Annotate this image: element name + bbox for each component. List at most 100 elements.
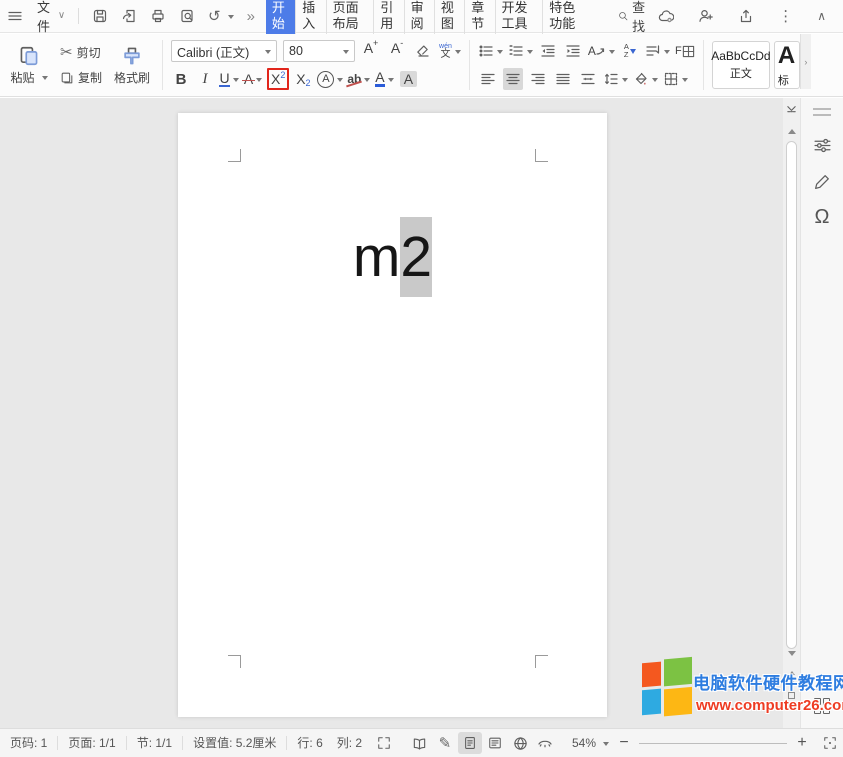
manuscript-grid-button[interactable]: F <box>675 40 695 62</box>
tab-section[interactable]: 章节 <box>464 0 494 35</box>
decrease-font-size-button[interactable]: A- <box>387 40 407 62</box>
scroll-up-button[interactable] <box>783 122 800 136</box>
properties-pane-button[interactable] <box>808 130 836 160</box>
undo-icon: ↺ <box>208 9 221 24</box>
scrollbar-thumb[interactable] <box>786 141 797 649</box>
share-button[interactable] <box>731 0 761 33</box>
write-mode-button[interactable]: ✎ <box>433 732 456 754</box>
zoom-out-button[interactable]: − <box>615 734 633 752</box>
print-button[interactable] <box>147 0 169 33</box>
sort-button[interactable]: AZ <box>620 40 640 62</box>
shading-button[interactable] <box>633 68 658 90</box>
zoom-slider[interactable] <box>639 743 787 744</box>
print-preview-button[interactable] <box>176 0 198 33</box>
italic-button[interactable]: I <box>195 68 215 90</box>
font-size-select[interactable]: 80 <box>283 40 355 62</box>
tab-home[interactable]: 开始 <box>266 0 295 35</box>
app-grid-button[interactable] <box>814 698 830 714</box>
strikethrough-button[interactable]: A <box>243 68 263 90</box>
copy-icon <box>60 71 74 85</box>
tab-special-features[interactable]: 特色功能 <box>542 0 590 35</box>
more-options-button[interactable]: ⋮ <box>771 0 800 33</box>
pinyin-icon: wén 文 <box>439 43 452 60</box>
read-mode-button[interactable] <box>408 732 431 754</box>
cut-button[interactable]: ✂ 剪切 <box>60 44 102 61</box>
tab-references[interactable]: 引用 <box>373 0 403 35</box>
font-family-select[interactable]: Calibri (正文) <box>171 40 277 62</box>
align-center-button[interactable] <box>503 68 523 90</box>
page-view-icon <box>463 736 477 750</box>
outline-view-button[interactable] <box>484 732 507 754</box>
document-page[interactable]: m2 <box>178 113 607 717</box>
style-normal[interactable]: AaBbCcDd 正文 <box>712 41 770 89</box>
format-painter-button[interactable]: 格式刷 <box>110 38 154 92</box>
previous-page-button[interactable] <box>783 668 800 682</box>
scroll-down-button[interactable] <box>783 648 800 662</box>
copy-button[interactable]: 复制 <box>60 69 102 86</box>
main-menu-button[interactable] <box>0 0 30 33</box>
show-marks-button[interactable] <box>645 40 670 62</box>
superscript-button[interactable]: X2 <box>267 68 289 90</box>
font-color-button[interactable]: A <box>374 68 394 90</box>
bullet-list-button[interactable] <box>478 40 503 62</box>
more-commands-button[interactable]: » <box>244 0 258 33</box>
select-browse-object-button[interactable] <box>783 688 800 702</box>
tab-insert[interactable]: 插入 <box>295 0 325 35</box>
ink-pen-pane-button[interactable] <box>808 166 836 196</box>
zoom-in-button[interactable]: + <box>793 734 811 752</box>
undo-button[interactable]: ↺ <box>205 0 237 33</box>
zoom-level-select[interactable]: 54% <box>572 736 609 750</box>
distribute-button[interactable] <box>578 68 598 90</box>
fullscreen-button[interactable] <box>372 732 395 754</box>
file-menu[interactable]: 文件 ∨ <box>30 0 72 33</box>
ruler-toggle-button[interactable] <box>783 101 800 115</box>
distribute-icon <box>580 71 596 87</box>
save-button[interactable] <box>89 0 111 33</box>
styles-gallery-more-button[interactable]: › <box>800 34 811 89</box>
increase-indent-button[interactable] <box>563 40 583 62</box>
manuscript-grid-icon <box>682 45 695 58</box>
clear-format-button[interactable] <box>413 40 433 62</box>
page-view-button[interactable] <box>458 732 481 754</box>
export-pdf-button[interactable] <box>118 0 140 33</box>
sort-icon: AZ <box>624 43 636 59</box>
align-left-button[interactable] <box>478 68 498 90</box>
borders-button[interactable] <box>663 68 688 90</box>
symbols-pane-button[interactable]: Ω <box>808 202 836 232</box>
tab-review[interactable]: 审阅 <box>404 0 434 35</box>
justify-button[interactable] <box>553 68 573 90</box>
subscript-button[interactable]: X2 <box>293 68 313 90</box>
style-heading[interactable]: A 标 <box>774 41 800 89</box>
fit-page-button[interactable] <box>818 732 842 754</box>
format-painter-icon <box>121 45 143 67</box>
tab-page-layout[interactable]: 页面布局 <box>326 0 374 35</box>
bold-button[interactable]: B <box>171 68 191 90</box>
align-right-button[interactable] <box>528 68 548 90</box>
underline-button[interactable]: U <box>219 68 239 90</box>
paste-button[interactable]: 粘贴 <box>6 38 52 92</box>
web-layout-button[interactable] <box>509 732 532 754</box>
increase-font-size-button[interactable]: A+ <box>361 40 381 62</box>
pinyin-dropdown-arrow <box>455 50 461 57</box>
panel-drag-handle[interactable] <box>813 108 831 116</box>
tab-view[interactable]: 视图 <box>434 0 464 35</box>
text-effects-button[interactable]: A <box>317 68 343 90</box>
tab-developer[interactable]: 开发工具 <box>495 0 543 35</box>
find-button[interactable]: 查找 <box>618 0 651 35</box>
pinyin-guide-button[interactable]: wén 文 <box>439 40 461 62</box>
collapse-ribbon-button[interactable]: ∧ <box>810 0 833 33</box>
cut-label: 剪切 <box>77 44 101 61</box>
line-spacing-button[interactable] <box>603 68 628 90</box>
cloud-sync-button[interactable] <box>651 0 681 33</box>
numbered-list-button[interactable] <box>508 40 533 62</box>
character-shading-button[interactable]: A <box>398 68 418 90</box>
vertical-scrollbar[interactable] <box>783 98 800 728</box>
text-direction-button[interactable]: A <box>588 40 615 62</box>
highlight-color-button[interactable]: ab <box>347 68 370 90</box>
invite-collaborator-button[interactable] <box>691 0 721 33</box>
decrease-indent-button[interactable] <box>538 40 558 62</box>
document-text-line[interactable]: m2 <box>178 217 607 297</box>
status-line: 行: 6 <box>287 736 326 750</box>
eye-protect-button[interactable] <box>534 732 557 754</box>
superscript-exponent: 2 <box>280 70 285 80</box>
